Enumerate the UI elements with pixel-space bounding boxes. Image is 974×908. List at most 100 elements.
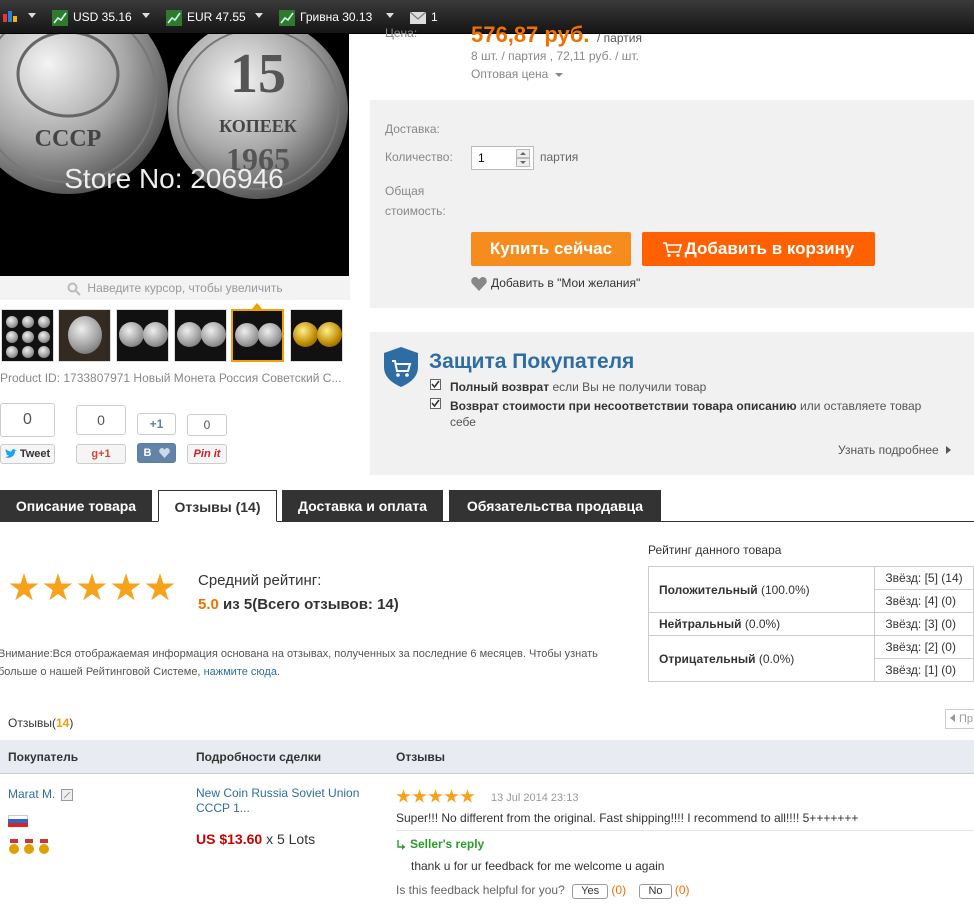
uah-rate[interactable]: Гривна 30.13 [279, 8, 372, 26]
rating-table-title: Рейтинг данного товара [648, 543, 782, 557]
quantity-label: Количество: [385, 150, 453, 164]
tweet-label: Tweet [19, 448, 51, 460]
zoom-hint: Наведите курсор, чтобы увеличить [0, 276, 350, 300]
product-link-line1: New Coin Russia Soviet Union [196, 786, 360, 800]
price-value: 576,87 руб. [471, 22, 590, 47]
pager-prev-label: Пр [959, 713, 974, 725]
seller-reply-text: thank u for ur feedback for me welcome u… [411, 859, 665, 873]
buyer-protection-title: Защита Покупателя [429, 350, 635, 373]
trend-icon [279, 9, 295, 26]
review-date: 13 Jul 2014 23:13 [491, 792, 579, 804]
tab-reviews[interactable]: Отзывы (14) [158, 490, 277, 522]
heart-icon [471, 276, 487, 291]
learn-more-link[interactable]: Узнать подробнее [838, 443, 952, 457]
rating-breakdown-table: Положительный (100.0%) Звёзд: [5] (14) З… [647, 566, 974, 682]
pin-it-button[interactable]: Pin it [187, 444, 227, 464]
review-text: Super!!! No different from the original.… [396, 811, 859, 825]
order-qty: x 5 Lots [266, 831, 316, 847]
star-icon [111, 573, 141, 601]
eur-rate[interactable]: EUR 47.55 [166, 8, 246, 26]
thumbnail-3[interactable] [116, 309, 169, 362]
mail-icon [410, 11, 426, 24]
price-detail: 8 шт. / партия , 72,11 руб. / шт. [471, 49, 639, 63]
negative-label: Отрицательный [659, 651, 756, 666]
reviews-table-header: Покупатель Подробности сделки Отзывы [0, 740, 974, 774]
helpful-no-count: (0) [674, 883, 690, 897]
chevron-left-icon [950, 714, 955, 722]
tweet-button[interactable]: Tweet [0, 444, 55, 464]
neutral-label: Нейтральный [659, 617, 742, 631]
product-link-line2: CCCP 1... [196, 801, 250, 815]
arrow-down-icon [520, 161, 526, 164]
gplus-count: 0 [76, 405, 126, 435]
helpful-no-button[interactable]: No [639, 884, 672, 899]
average-rating-label: Средний рейтинг: [198, 572, 322, 589]
rating-system-link[interactable]: нажмите сюда [204, 666, 277, 678]
vk-count: +1 [137, 413, 176, 435]
product-link[interactable]: New Coin Russia Soviet Union CCCP 1... [196, 786, 359, 816]
star-icon [77, 573, 107, 601]
coin-right-word: КОПЕЕК [219, 116, 297, 136]
tab-shipping[interactable]: Доставка и оплата [282, 490, 443, 522]
average-rating-value: 5.0 из 5(Всего отзывов: 14) [198, 596, 399, 613]
chevron-down-icon[interactable] [255, 13, 263, 18]
col-details: Подробности сделки [196, 750, 322, 764]
coin-right-value: 15 [230, 43, 286, 105]
quantity-increase[interactable] [516, 149, 530, 158]
product-image[interactable]: СССР 15 КОПЕЕК 1965 Store No: 206946 [0, 34, 349, 276]
thumbnail-6[interactable] [290, 309, 343, 362]
heart-icon [158, 448, 170, 459]
trend-icon [52, 9, 68, 26]
price-unit: / партия [597, 31, 642, 45]
bar-chart-icon[interactable] [2, 8, 18, 26]
star3-count: Звёзд: [3] (0) [874, 612, 974, 636]
thumbnail-4[interactable] [174, 309, 227, 362]
add-to-cart-button[interactable]: Добавить в корзину [642, 232, 875, 266]
star-icon [428, 789, 443, 803]
col-feedback: Отзывы [396, 750, 446, 764]
pager-prev-button[interactable]: Пр [945, 709, 974, 729]
quantity-decrease[interactable] [516, 158, 530, 167]
thumbnail-2[interactable] [58, 309, 111, 362]
russia-flag-icon [8, 815, 28, 827]
twitter-icon [4, 449, 17, 458]
add-to-cart-label: Добавить в корзину [684, 239, 855, 258]
negative-pct: (0.0%) [758, 651, 795, 666]
buyer-name[interactable]: Marat M. [8, 787, 73, 801]
review-divider [396, 830, 974, 831]
wholesale-price-toggle[interactable]: Оптовая цена [471, 67, 563, 81]
table-row: Marat M. New Coin Russia Soviet Union CC… [0, 775, 974, 908]
buy-now-button[interactable]: Купить сейчас [471, 232, 631, 266]
star-icon [9, 573, 39, 601]
star-icon [444, 789, 459, 803]
chevron-down-icon[interactable] [142, 13, 150, 18]
protection-item-2-rest: или оставляете товар [800, 399, 922, 413]
star5-count: Звёзд: [5] (14) [874, 566, 974, 590]
usd-rate[interactable]: USD 35.16 [52, 8, 132, 26]
vk-like-button[interactable]: B [137, 443, 176, 463]
chevron-down-icon[interactable] [28, 13, 36, 18]
protection-item-1-rest: если Вы не получили товар [552, 380, 707, 394]
buyer-medals-icon [8, 839, 56, 855]
thumbnail-5-selected[interactable] [231, 309, 284, 362]
helpful-yes-button[interactable]: Yes [572, 884, 609, 899]
product-id: Product ID: 1733807971 Новый Монета Росс… [0, 371, 342, 385]
buyer-level-icon [60, 788, 73, 801]
order-price-value: US $13.60 [196, 831, 263, 847]
order-price: US $13.60 x 5 Lots [196, 831, 315, 847]
mail-button[interactable]: 1 [410, 8, 438, 26]
store-watermark: Store No: 206946 [64, 163, 284, 194]
wishlist-label: Добавить в "Мои желания" [491, 276, 641, 290]
tweet-count: 0 [0, 403, 55, 437]
wishlist-link[interactable]: Добавить в "Мои желания" [471, 276, 640, 291]
order-box [370, 100, 974, 308]
thumbnail-1[interactable] [1, 309, 54, 362]
neutral-pct: (0.0%) [744, 617, 781, 631]
tab-seller-obligations[interactable]: Обязательства продавца [449, 490, 661, 522]
chevron-down-icon[interactable] [386, 13, 394, 18]
price-label: Цена: [385, 26, 418, 40]
gplus-button[interactable]: g+1 [76, 444, 126, 464]
tab-description[interactable]: Описание товара [0, 490, 152, 522]
protection-item-2: Возврат стоимости при несоответствии тов… [450, 399, 921, 413]
rating-notice: Внимание:Вся отображаемая информация осн… [0, 645, 638, 681]
